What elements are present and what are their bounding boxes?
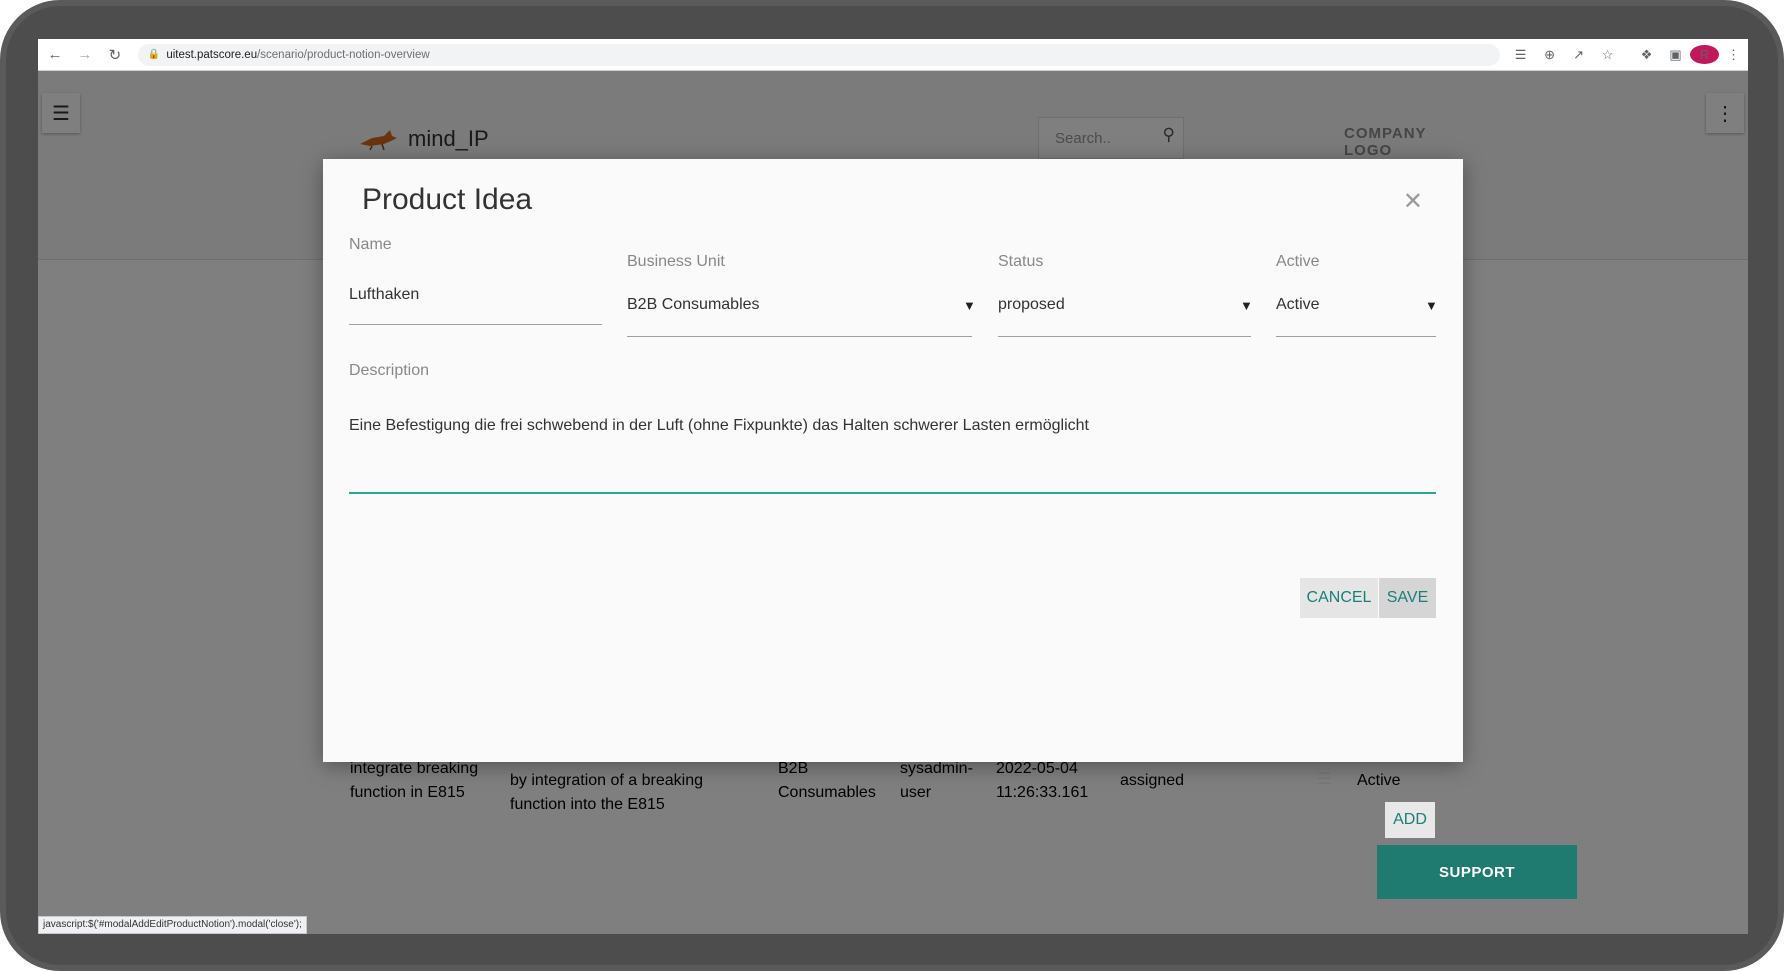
row-active: Active <box>1357 772 1401 789</box>
list-icon[interactable]: ☰ <box>1317 769 1331 789</box>
browser-actions: ❖ ▣ R ⋮ <box>1632 45 1748 64</box>
name-input-underline <box>349 324 602 325</box>
forward-icon[interactable]: → <box>72 42 98 68</box>
name-label: Name <box>349 236 392 253</box>
row-description: by integration of a breaking function in… <box>510 772 704 813</box>
close-icon[interactable]: ✕ <box>1403 187 1423 216</box>
description-textarea[interactable]: Eine Befestigung die frei schwebend in d… <box>349 417 1089 435</box>
business-unit-caret-icon[interactable]: ▼ <box>963 298 976 313</box>
cancel-button[interactable]: CANCEL <box>1300 578 1378 618</box>
active-label: Active <box>1276 253 1320 270</box>
modal-title: Product Idea <box>362 183 533 216</box>
row-name: integrate breaking function in E815 <box>350 760 479 801</box>
translate-icon[interactable]: ☰ <box>1506 47 1535 63</box>
url-path: /scenario/product-notion-overview <box>257 48 430 61</box>
address-bar-actions: ☰ ⊕ ↗ ☆ <box>1506 47 1622 63</box>
zoom-icon[interactable]: ⊕ <box>1535 47 1564 63</box>
status-underline <box>998 336 1251 337</box>
name-input[interactable]: Lufthaken <box>349 286 419 304</box>
profile-avatar[interactable]: R <box>1690 45 1720 64</box>
lock-icon: 🔒 <box>147 49 161 60</box>
row-date: 2022-05-04 11:26:33.161 <box>996 760 1089 801</box>
row-business-unit: B2B Consumables <box>778 760 876 801</box>
status-caret-icon[interactable]: ▼ <box>1240 298 1253 313</box>
add-button[interactable]: ADD <box>1385 802 1435 838</box>
status-select[interactable]: proposed <box>998 296 1065 314</box>
status-label: Status <box>998 253 1044 270</box>
bookmark-star-icon[interactable]: ☆ <box>1593 47 1622 63</box>
share-icon[interactable]: ↗ <box>1564 47 1593 63</box>
row-status: assigned <box>1120 772 1185 789</box>
status-bar-url: javascript:$('#modalAddEditProductNotion… <box>38 916 307 934</box>
browser-menu-icon[interactable]: ⋮ <box>1719 47 1748 63</box>
business-unit-underline <box>627 336 972 337</box>
active-underline <box>1276 336 1436 337</box>
extensions-puzzle-icon[interactable]: ❖ <box>1632 47 1661 63</box>
row-user: sysadmin- user <box>900 760 973 801</box>
active-select[interactable]: Active <box>1276 296 1320 314</box>
reload-icon[interactable]: ↻ <box>102 42 128 68</box>
description-underline <box>349 492 1436 494</box>
business-unit-label: Business Unit <box>627 253 725 270</box>
business-unit-select[interactable]: B2B Consumables <box>627 296 760 314</box>
url-host: uitest.patscore.eu <box>166 48 258 61</box>
back-icon[interactable]: ← <box>42 42 68 68</box>
address-bar[interactable]: 🔒 uitest.patscore.eu/scenario/product-no… <box>137 43 1501 66</box>
product-idea-modal: Product Idea ✕ Name Lufthaken Business U… <box>323 159 1463 762</box>
save-button[interactable]: SAVE <box>1379 578 1436 618</box>
description-label: Description <box>349 362 430 379</box>
profile-avatar-initial: R <box>1690 45 1720 64</box>
support-button[interactable]: SUPPORT <box>1377 845 1577 899</box>
active-caret-icon[interactable]: ▼ <box>1425 298 1438 313</box>
browser-toolbar: ← → ↻ 🔒 uitest.patscore.eu/scenario/prod… <box>38 39 1748 71</box>
side-panel-icon[interactable]: ▣ <box>1661 47 1690 63</box>
